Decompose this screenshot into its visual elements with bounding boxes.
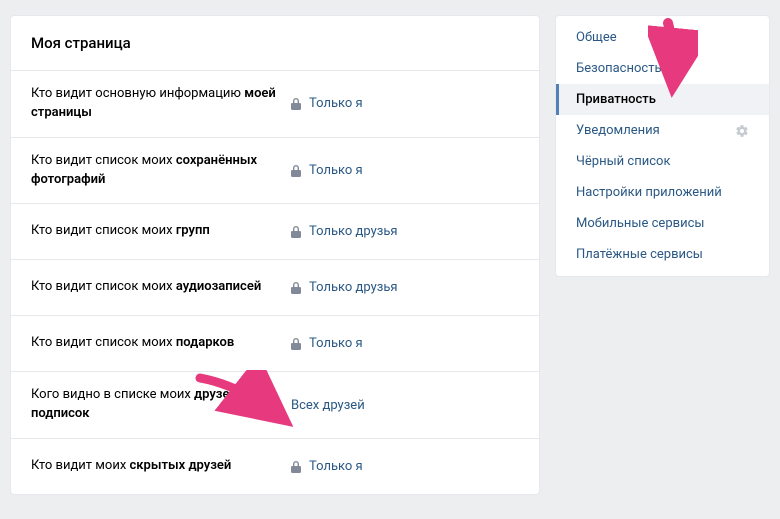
setting-label: Кто видит список моих подарков xyxy=(31,334,291,353)
page-title: Моя страница xyxy=(11,16,539,70)
setting-row: Кого видно в списке моих друзей и подпис… xyxy=(11,371,539,438)
sidebar-item-label: Приватность xyxy=(576,92,656,107)
setting-label: Кто видит список моих сохранённых фотогр… xyxy=(31,152,291,190)
sidebar-item[interactable]: Безопасность xyxy=(556,53,769,84)
setting-row: Кто видит список моих подарковТолько я xyxy=(11,315,539,371)
sidebar-item[interactable]: Чёрный список xyxy=(556,146,769,177)
setting-row: Кто видит список моих группТолько друзья xyxy=(11,203,539,259)
sidebar-item-label: Общее xyxy=(576,30,617,45)
sidebar-item[interactable]: Настройки приложений xyxy=(556,177,769,208)
lock-icon xyxy=(291,282,301,294)
setting-value-dropdown[interactable]: Только я xyxy=(291,163,363,178)
lock-icon xyxy=(291,165,301,177)
lock-icon xyxy=(291,461,301,473)
setting-label: Кто видит основную информацию моей стран… xyxy=(31,85,291,123)
setting-row: Кто видит основную информацию моей стран… xyxy=(11,70,539,137)
setting-row: Кто видит список моих аудиозаписейТолько… xyxy=(11,259,539,315)
setting-value-dropdown[interactable]: Всех друзей xyxy=(291,398,365,413)
sidebar-item-label: Безопасность xyxy=(576,61,662,76)
setting-value-dropdown[interactable]: Только я xyxy=(291,459,363,474)
sidebar-item-label: Уведомления xyxy=(576,123,660,138)
setting-label: Кто видит список моих групп xyxy=(31,222,291,241)
lock-icon xyxy=(291,226,301,238)
sidebar-item[interactable]: Общее xyxy=(556,22,769,53)
setting-label: Кто видит список моих аудиозаписей xyxy=(31,278,291,297)
setting-value-dropdown[interactable]: Только я xyxy=(291,96,363,111)
settings-sidebar: Общее Безопасность Приватность Уведомления Ч… xyxy=(555,15,770,277)
lock-icon xyxy=(291,98,301,110)
sidebar-item-label: Чёрный список xyxy=(576,154,670,169)
privacy-settings-panel: Моя страница Кто видит основную информац… xyxy=(10,15,540,495)
sidebar-item[interactable]: Приватность xyxy=(556,84,769,115)
sidebar-item-label: Настройки приложений xyxy=(576,185,722,200)
sidebar-item[interactable]: Уведомления xyxy=(556,115,769,146)
lock-icon xyxy=(291,338,301,350)
sidebar-item[interactable]: Мобильные сервисы xyxy=(556,208,769,239)
setting-value-dropdown[interactable]: Только друзья xyxy=(291,224,398,239)
settings-list: Кто видит основную информацию моей стран… xyxy=(11,70,539,494)
sidebar-item[interactable]: Платёжные сервисы xyxy=(556,239,769,270)
sidebar-item-label: Мобильные сервисы xyxy=(576,216,704,231)
gear-icon xyxy=(735,124,749,138)
sidebar-item-label: Платёжные сервисы xyxy=(576,247,703,262)
setting-row: Кто видит список моих сохранённых фотогр… xyxy=(11,137,539,204)
setting-value-dropdown[interactable]: Только друзья xyxy=(291,280,398,295)
setting-row: Кто видит моих скрытых друзейТолько я xyxy=(11,438,539,494)
setting-value-dropdown[interactable]: Только я xyxy=(291,336,363,351)
setting-label: Кого видно в списке моих друзей и подпис… xyxy=(31,386,291,424)
setting-label: Кто видит моих скрытых друзей xyxy=(31,457,291,476)
